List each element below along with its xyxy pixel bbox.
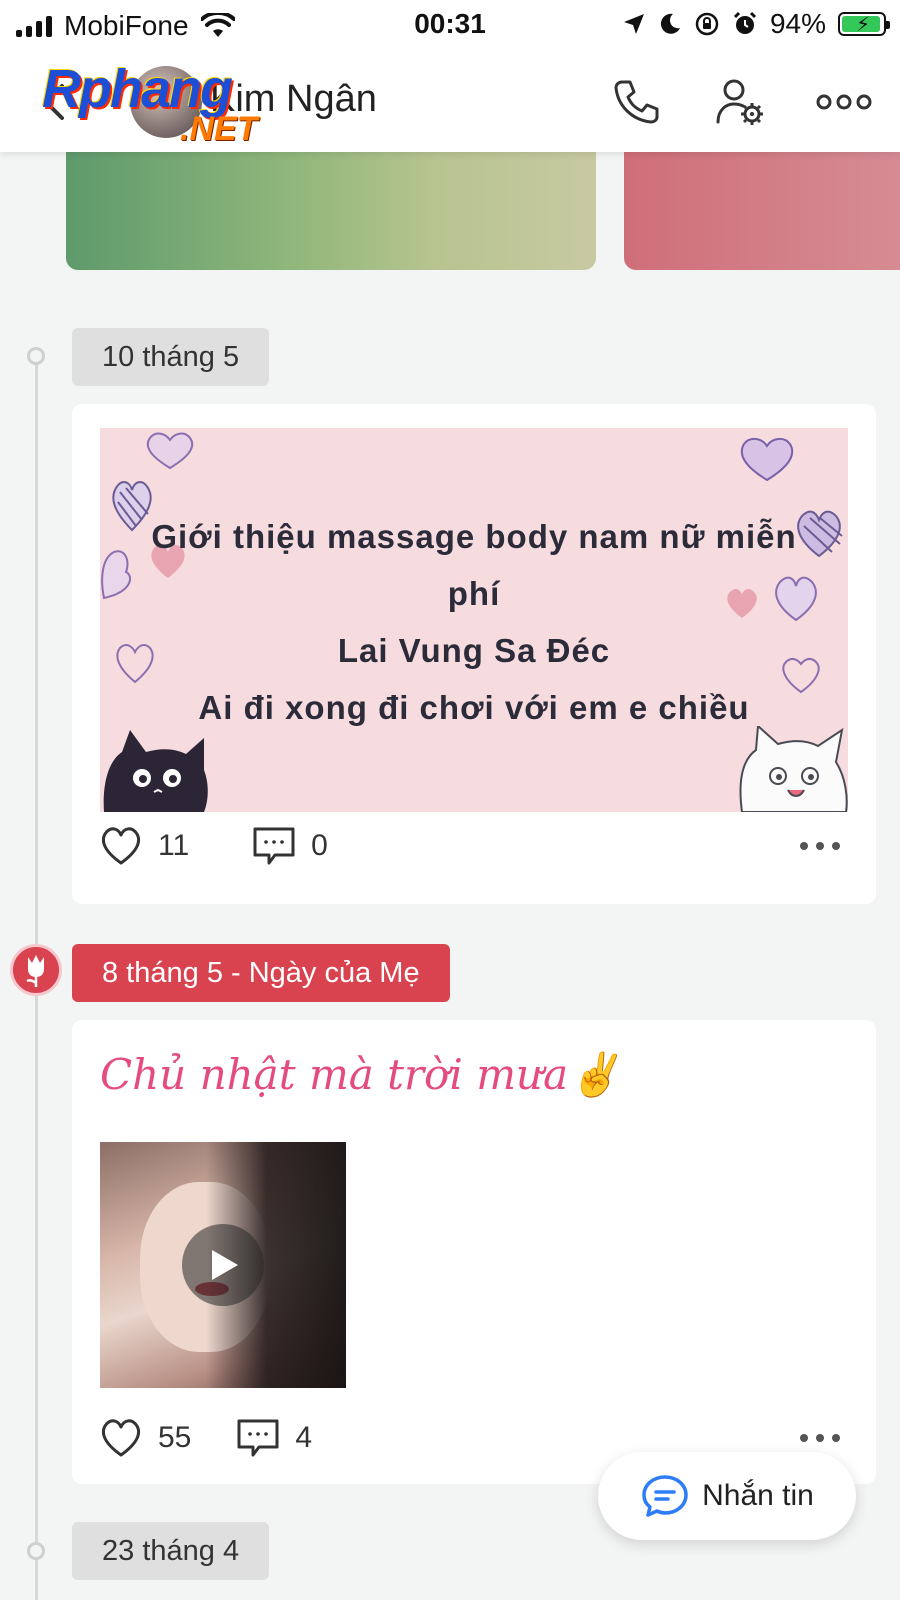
like-count: 11 (158, 829, 190, 862)
more-horizontal-icon[interactable] (796, 826, 844, 866)
heart-outline-icon[interactable] (98, 1415, 144, 1461)
charging-bolt-icon: ⚡ (856, 14, 871, 36)
comment-count: 0 (311, 829, 328, 862)
message-button-label: Nhắn tin (702, 1479, 814, 1512)
phone-icon[interactable] (608, 74, 664, 130)
battery-icon: ⚡ (838, 12, 890, 36)
battery-percent: 94% (769, 8, 826, 39)
black-cat-illustration (103, 730, 208, 812)
date-tag: 10 tháng 5 (72, 328, 270, 386)
banner-line: Lai Vung Sa Đéc (337, 632, 611, 669)
post-card[interactable]: Chủ nhật mà trời mưa✌️ 55 4 (72, 1020, 876, 1484)
post-image-banner[interactable]: Giới thiệu massage body nam nữ miễn phí … (100, 428, 848, 812)
timeline-dot (27, 347, 45, 365)
banner-line: Ai đi xong đi chơi với em e chiều (198, 689, 750, 726)
status-bar: MobiFone 00:31 94% ⚡ (0, 0, 900, 52)
location-arrow-icon (623, 14, 644, 34)
rotation-lock-icon (695, 12, 719, 36)
user-gear-icon[interactable] (712, 74, 768, 130)
status-text: Chủ nhật mà trời mưa✌️ (100, 1050, 621, 1099)
status-right: 94% ⚡ (622, 8, 890, 40)
comment-icon[interactable] (251, 823, 297, 869)
play-button[interactable] (182, 1224, 264, 1306)
like-count: 55 (158, 1421, 192, 1454)
heart-icon (740, 438, 794, 482)
heart-icon (101, 550, 131, 600)
banner-line: Giới thiệu massage body nam nữ miễn (151, 518, 797, 555)
chevron-left-icon[interactable] (36, 82, 76, 122)
message-button[interactable]: Nhắn tin (598, 1452, 856, 1540)
alarm-icon (733, 11, 757, 34)
comment-icon[interactable] (235, 1415, 281, 1461)
video-thumbnail[interactable] (100, 1142, 346, 1388)
white-cat-illustration (739, 726, 848, 812)
avatar[interactable] (130, 66, 202, 138)
play-icon (212, 1250, 238, 1280)
comment-count: 4 (295, 1421, 313, 1454)
banner-line: phí (447, 575, 501, 612)
post-actions: 11 0 (98, 818, 848, 874)
tulip-icon (10, 944, 62, 996)
banner-text: Giới thiệu massage body nam nữ miễn phí … (140, 508, 808, 736)
date-tag: 23 tháng 4 (72, 1522, 270, 1580)
more-horizontal-icon[interactable] (814, 74, 874, 130)
timeline-dot (27, 1542, 45, 1560)
profile-header: Kim Ngân Rphang .NET (0, 52, 900, 152)
moon-icon (660, 13, 680, 34)
heart-outline-icon[interactable] (98, 823, 144, 869)
date-tag-special: 8 tháng 5 - Ngày của Mẹ (72, 944, 450, 1002)
chat-bubble-icon (642, 1475, 688, 1517)
profile-name[interactable]: Kim Ngân (210, 78, 377, 121)
heart-icon (146, 432, 194, 470)
post-card[interactable]: Giới thiệu massage body nam nữ miễn phí … (72, 404, 876, 904)
